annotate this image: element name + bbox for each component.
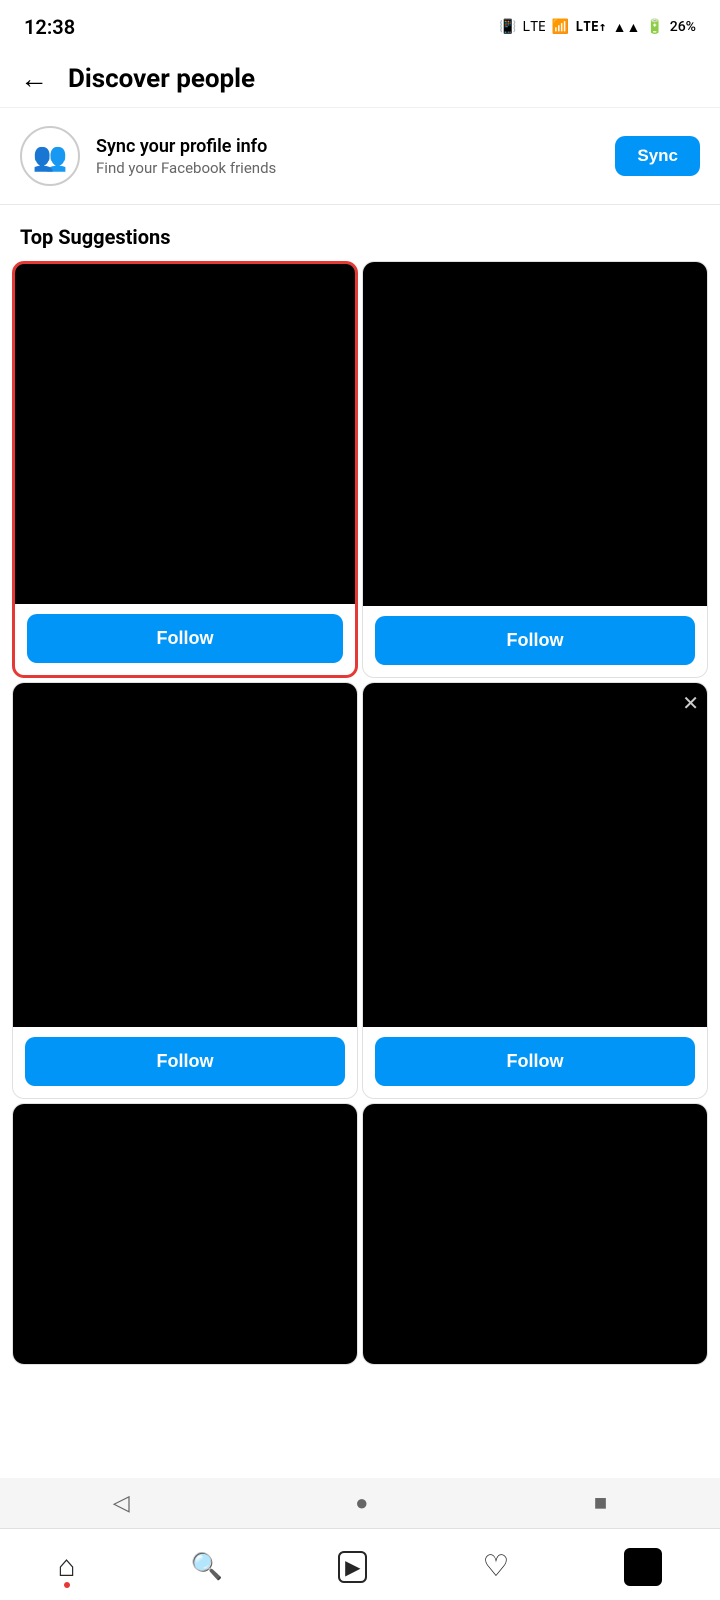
card-image-5 (13, 1104, 357, 1364)
card-image-1 (15, 264, 355, 604)
suggestions-grid: Follow Follow Follow ✕ Follow (0, 261, 720, 1365)
nav-activity[interactable]: ♡ (483, 1549, 510, 1584)
back-button[interactable]: ← (20, 62, 48, 95)
suggestion-card-6 (362, 1103, 708, 1365)
follow-button-4[interactable]: Follow (375, 1037, 695, 1086)
status-bar: 12:38 📳 LTE 📶 LTE↑ ▲▲ 🔋 26% (0, 0, 720, 50)
section-title: Top Suggestions (0, 205, 720, 261)
card-image-2 (363, 262, 707, 606)
suggestion-card-1: Follow (12, 261, 358, 678)
close-icon-4[interactable]: ✕ (682, 691, 699, 715)
system-recents-button[interactable]: ■ (594, 1490, 607, 1516)
call-icon: LTE (522, 20, 545, 35)
search-icon: 🔍 (191, 1552, 223, 1582)
status-time: 12:38 (24, 15, 75, 39)
card-image-4 (363, 683, 707, 1027)
wifi-icon: 📶 (552, 19, 569, 35)
sync-text-block: Sync your profile info Find your Faceboo… (96, 136, 599, 177)
vibrate-icon: 📳 (499, 19, 516, 35)
suggestion-card-2: Follow (362, 261, 708, 678)
home-dot (64, 1582, 70, 1588)
battery-percent: 26% (670, 19, 696, 35)
heart-icon: ♡ (483, 1549, 510, 1584)
lte-icon: LTE↑ (575, 20, 606, 35)
nav-profile[interactable] (624, 1548, 662, 1586)
home-icon: ⌂ (58, 1549, 76, 1584)
status-icons: 📳 LTE 📶 LTE↑ ▲▲ 🔋 26% (499, 19, 696, 36)
profile-avatar (624, 1548, 662, 1586)
nav-search[interactable]: 🔍 (191, 1552, 223, 1582)
follow-button-3[interactable]: Follow (25, 1037, 345, 1086)
sync-button[interactable]: Sync (615, 136, 700, 176)
nav-home[interactable]: ⌂ (58, 1549, 76, 1584)
people-icon: 👥 (33, 140, 68, 173)
follow-button-2[interactable]: Follow (375, 616, 695, 665)
battery-icon: 🔋 (646, 19, 663, 35)
suggestion-card-5 (12, 1103, 358, 1365)
sync-subtitle: Find your Facebook friends (96, 159, 599, 177)
page-header: ← Discover people (0, 50, 720, 108)
sync-banner: 👥 Sync your profile info Find your Faceb… (0, 108, 720, 205)
card-image-6 (363, 1104, 707, 1364)
signal-icon: ▲▲ (613, 19, 641, 36)
suggestion-card-3: Follow (12, 682, 358, 1099)
card-image-3 (13, 683, 357, 1027)
reels-icon: ▶ (338, 1551, 367, 1583)
suggestion-card-4: ✕ Follow (362, 682, 708, 1099)
system-nav-bar: ◁ ● ■ (0, 1478, 720, 1528)
sync-title: Sync your profile info (96, 136, 599, 157)
follow-button-1[interactable]: Follow (27, 614, 343, 663)
bottom-nav: ⌂ 🔍 ▶ ♡ (0, 1528, 720, 1600)
system-back-button[interactable]: ◁ (113, 1491, 130, 1516)
page-title: Discover people (68, 64, 255, 94)
system-home-button[interactable]: ● (355, 1490, 368, 1516)
nav-reels[interactable]: ▶ (338, 1551, 367, 1583)
sync-avatar-icon: 👥 (20, 126, 80, 186)
